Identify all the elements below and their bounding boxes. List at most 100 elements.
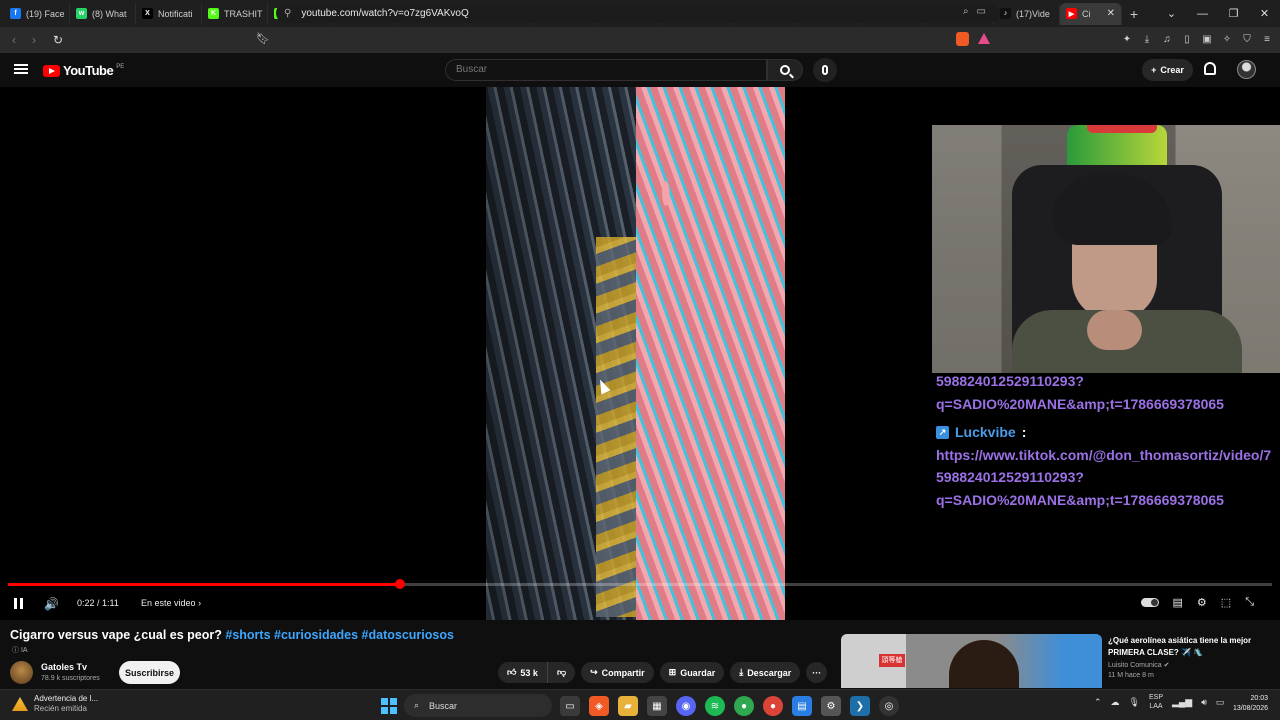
language-indicator[interactable]: ESP LAA [1149, 693, 1163, 711]
recommended-title[interactable]: ¿Qué aerolínea asiática tiene la mejor P… [1108, 635, 1268, 659]
leo-icon[interactable]: ✧ [1220, 33, 1234, 47]
youtube-logo[interactable]: YouTube PE [43, 63, 124, 78]
cast-icon[interactable]: ▭ [977, 6, 986, 17]
close-tab-icon[interactable]: ✕ [1107, 8, 1115, 19]
obs-icon[interactable]: ◎ [879, 696, 899, 716]
taskbar-search[interactable]: ⌕ Buscar [404, 694, 552, 717]
volume-icon[interactable]: 🔊 [44, 597, 59, 611]
scrubber-handle[interactable] [394, 579, 405, 589]
video-title: Cigarro versus vape ¿cual es peor? #shor… [10, 628, 454, 642]
task-view-icon[interactable]: ▭ [560, 696, 580, 716]
discord-icon[interactable]: ◉ [676, 696, 696, 716]
chrome-icon[interactable]: ● [763, 696, 783, 716]
share-button[interactable]: ↪ Compartir [581, 662, 654, 683]
network-icon[interactable]: ▂▄▆ [1172, 697, 1192, 708]
chapters-button[interactable]: En este video › [141, 598, 201, 608]
mic-tray-icon[interactable]: 🎙︎ [1129, 697, 1140, 708]
brave-app-icon[interactable]: ◈ [589, 696, 609, 716]
channel-avatar[interactable] [10, 661, 33, 684]
browser-tab[interactable]: X Notificati [136, 2, 202, 25]
browser-tab[interactable]: K TRASHIT [202, 2, 268, 25]
browser-tab[interactable]: ♪ (17)Vide [994, 2, 1060, 25]
frame-cilia [636, 87, 785, 620]
taskbar-search-label: Buscar [429, 700, 458, 711]
close-window-button[interactable]: ✕ [1249, 7, 1280, 20]
account-avatar[interactable] [1237, 60, 1256, 79]
video-hashtags[interactable]: #shorts #curiosidades #datoscuriosos [225, 628, 454, 642]
microphone-icon [822, 65, 828, 75]
brave-rewards-icon[interactable] [978, 33, 990, 44]
windows-start-icon[interactable] [381, 698, 397, 714]
sidebar-icon[interactable]: ▯ [1180, 33, 1194, 47]
vscode-icon[interactable]: ❯ [850, 696, 870, 716]
brave-shields-icon[interactable] [956, 32, 969, 46]
browser-tab[interactable]: f (19) Face [4, 2, 70, 25]
browser-tab[interactable]: w (8) What [70, 2, 136, 25]
notifications-bell-icon[interactable] [1204, 62, 1216, 75]
minimize-button[interactable]: — [1187, 8, 1218, 20]
url-text[interactable]: youtube.com/watch?v=o7zg6VAKvoQ [301, 8, 468, 19]
onedrive-icon[interactable]: ☁ [1111, 697, 1120, 708]
dislike-button[interactable]: 👎︎ [547, 662, 576, 683]
media-icon[interactable]: ♫ [1160, 33, 1174, 47]
miniplayer-icon[interactable]: ⬚ [1221, 596, 1231, 609]
taskbar-clock[interactable]: 20:03 13/08/2026 [1233, 694, 1268, 714]
site-info-icon[interactable]: ⚲ [284, 8, 291, 19]
notepad-icon[interactable]: ▤ [792, 696, 812, 716]
save-button[interactable]: ⊞ Guardar [659, 662, 725, 683]
reload-icon[interactable]: ↻ [48, 33, 68, 47]
recommended-meta: 11 M hace 8 m [1108, 672, 1154, 679]
voice-search-button[interactable] [813, 58, 837, 82]
vpn-icon[interactable]: ⛉ [1240, 33, 1254, 47]
search-input[interactable]: Buscar [445, 59, 767, 81]
weather-widget[interactable]: Advertencia de l... Recién emitida [12, 694, 98, 714]
chrome-alt-icon[interactable]: ● [734, 696, 754, 716]
settings-app-icon[interactable]: ⚙ [821, 696, 841, 716]
progress-bar[interactable] [8, 579, 1272, 589]
recommended-thumbnail[interactable]: 頭等艙 [841, 634, 1102, 688]
channel-name[interactable]: Gatoles Tv [41, 662, 87, 672]
browser-menu-icon[interactable]: ≡ [1260, 33, 1274, 47]
forward-icon[interactable]: › [24, 33, 44, 47]
pause-icon[interactable] [14, 598, 23, 609]
recommended-channel[interactable]: Luisito Comunica ✔ [1108, 661, 1170, 669]
thumbs-up-icon: 👍︎ [507, 667, 517, 677]
bookmark-icon[interactable]: 🔖︎ [256, 32, 270, 45]
fullscreen-icon[interactable]: ⤡ [1245, 596, 1254, 609]
video-player[interactable]: 598824012529110293? q=SADIO%20MANE&amp;t… [0, 87, 1280, 620]
tab-search-icon[interactable]: ⌄ [1156, 7, 1187, 20]
maximize-button[interactable]: ❐ [1218, 7, 1249, 20]
like-button[interactable]: 👍︎ 53 k [498, 662, 548, 683]
more-actions-button[interactable]: ··· [806, 662, 828, 683]
tab-label: (17)Vide [1016, 8, 1050, 19]
hamburger-menu-icon[interactable] [14, 64, 28, 74]
browser-tab[interactable]: ▶ Ci ✕ [1060, 2, 1122, 25]
settings-gear-icon[interactable]: ⚙ [1197, 596, 1207, 609]
search-button[interactable] [767, 59, 803, 81]
zoom-icon[interactable]: ⌕ [963, 6, 969, 17]
battery-icon[interactable]: ▭ [1216, 697, 1225, 708]
spotify-icon[interactable]: ≋ [705, 696, 725, 716]
like-count: 53 k [520, 667, 538, 678]
search-icon: ⌕ [414, 700, 420, 710]
player-controls: 🔊 0:22 / 1:11 En este video › ▤ ⚙ ⬚ ⤡ [0, 592, 1280, 616]
download-button[interactable]: ⤓ Descargar [730, 662, 801, 683]
share-label: Compartir [601, 667, 645, 678]
subscribe-button[interactable]: Suscribirse [119, 661, 180, 684]
photos-icon[interactable]: ▦ [647, 696, 667, 716]
tray-overflow-icon[interactable]: ⌃ [1094, 697, 1102, 708]
chat-username: Luckvibe [955, 424, 1016, 440]
browser-toolbar: ‹ › ↻ [0, 27, 1280, 53]
create-button[interactable]: + Crear [1142, 59, 1193, 81]
wallet-icon[interactable]: ▣ [1200, 33, 1214, 47]
video-frame[interactable] [486, 87, 785, 620]
speaker-icon[interactable]: 🔊︎ [1201, 697, 1207, 708]
subtitles-icon[interactable]: ▤ [1173, 596, 1183, 609]
downloads-icon[interactable]: ⤓ [1140, 33, 1154, 47]
file-explorer-icon[interactable]: ▰ [618, 696, 638, 716]
address-bar[interactable]: ⚲ youtube.com/watch?v=o7zg6VAKvoQ ⌕ ▭ [276, 3, 1000, 23]
autoplay-toggle-icon[interactable] [1140, 598, 1159, 607]
back-icon[interactable]: ‹ [4, 33, 24, 47]
new-tab-button[interactable]: + [1122, 6, 1146, 22]
extensions-icon[interactable]: ✦ [1120, 33, 1134, 47]
